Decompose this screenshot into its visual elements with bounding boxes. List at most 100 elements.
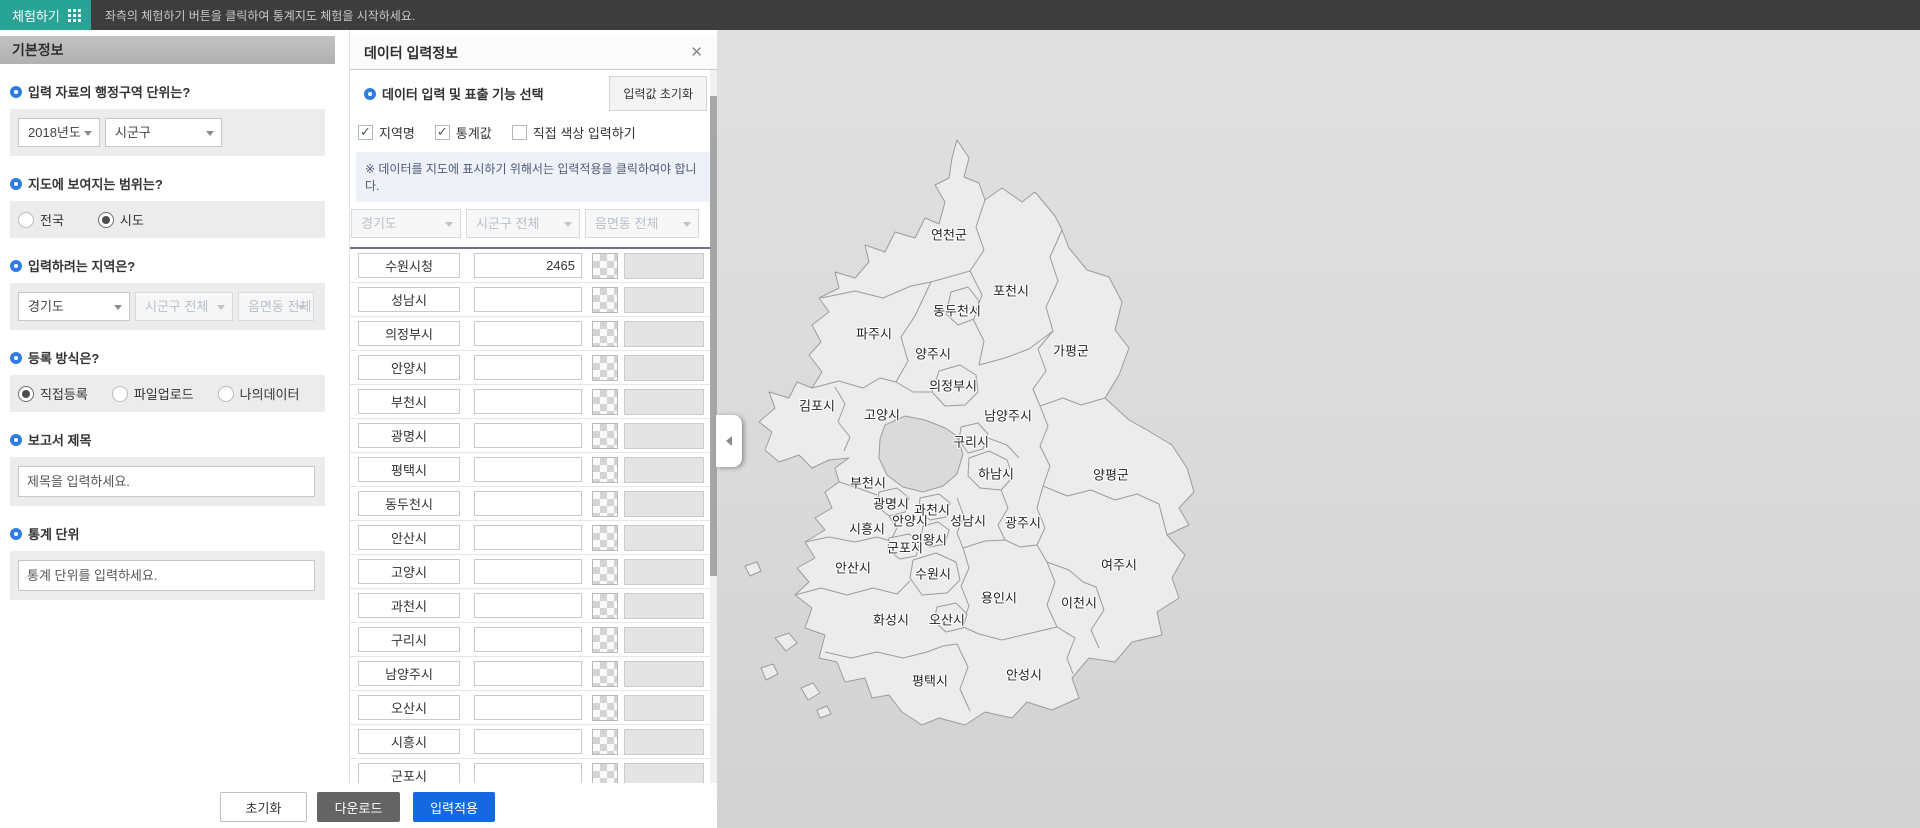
- region-value-input[interactable]: [474, 457, 582, 482]
- region-name-input[interactable]: [358, 661, 460, 686]
- region-name-input[interactable]: [358, 695, 460, 720]
- panel-collapse-handle[interactable]: [716, 415, 742, 467]
- bullet-icon: [10, 433, 22, 446]
- region-value-input[interactable]: [474, 423, 582, 448]
- stat-unit-input[interactable]: [18, 560, 315, 591]
- statistical-map[interactable]: 연천군 포천시 동두천시 파주시 양주시 가평군 의정부시 김포시 고양시 남양주시 구리시 하남시 양…: [717, 30, 1920, 828]
- region-name-input[interactable]: [358, 423, 460, 448]
- color-swatch[interactable]: [592, 660, 618, 687]
- table-row: [350, 453, 717, 487]
- reset-button[interactable]: 초기화: [220, 792, 307, 822]
- radio-option-전국[interactable]: 전국: [18, 210, 64, 229]
- stat-unit-box: [10, 551, 325, 600]
- region-name-input[interactable]: [358, 253, 460, 278]
- table-row: [350, 623, 717, 657]
- region-value-input[interactable]: [474, 355, 582, 380]
- checkbox-option-지역명[interactable]: 지역명: [358, 123, 415, 142]
- color-input-disabled: [624, 320, 704, 347]
- try-button-label: 체험하기: [12, 8, 60, 24]
- region-value-input[interactable]: [474, 389, 582, 414]
- close-icon[interactable]: ✕: [690, 45, 703, 60]
- radio-icon: [97, 211, 114, 228]
- region-name-input[interactable]: [358, 559, 460, 584]
- region-name-input[interactable]: [358, 321, 460, 346]
- region-value-input[interactable]: [474, 593, 582, 618]
- region-name-input[interactable]: [358, 729, 460, 754]
- chevron-down-icon: [298, 305, 306, 310]
- checkbox-option-통계값[interactable]: 통계값: [434, 123, 492, 142]
- color-swatch[interactable]: [592, 320, 618, 347]
- color-swatch[interactable]: [592, 354, 618, 381]
- region-value-input[interactable]: [474, 559, 582, 584]
- region-value-input[interactable]: [474, 627, 582, 652]
- region-name-input[interactable]: [358, 593, 460, 618]
- radio-option-시도[interactable]: 시도: [97, 210, 144, 229]
- radio-option-파일업로드[interactable]: 파일업로드: [111, 384, 194, 403]
- chevron-down-icon: [564, 222, 572, 227]
- radio-icon: [18, 211, 34, 228]
- color-swatch[interactable]: [592, 252, 618, 279]
- table-row: [350, 555, 717, 589]
- data-entry-header: 데이터 입력정보 ✕: [350, 36, 717, 70]
- stat-unit-label: 통계 단위: [10, 524, 325, 543]
- region-value-input[interactable]: [474, 525, 582, 550]
- color-input-disabled: [624, 388, 704, 415]
- region-value-input[interactable]: [474, 287, 582, 312]
- reset-values-button[interactable]: 입력값 초기화: [609, 76, 707, 111]
- chevron-down-icon: [217, 305, 225, 310]
- color-swatch[interactable]: [592, 524, 618, 551]
- region-value-input[interactable]: [474, 729, 582, 754]
- color-swatch[interactable]: [592, 558, 618, 585]
- checkbox-option-직접 색상 입력하기[interactable]: 직접 색상 입력하기: [511, 123, 636, 142]
- color-swatch[interactable]: [592, 592, 618, 619]
- report-title-box: [10, 457, 325, 506]
- region-name-input[interactable]: [358, 525, 460, 550]
- select-음면동 전체: 음면동 전체: [585, 209, 699, 238]
- radio-label: 시도: [119, 213, 144, 228]
- download-button[interactable]: 다운로드: [317, 792, 400, 822]
- color-swatch[interactable]: [592, 694, 618, 721]
- region-name-input[interactable]: [358, 627, 460, 652]
- region-selects: 경기도 시군구 전체 음면동 전체: [10, 283, 325, 330]
- report-title-input[interactable]: [18, 466, 315, 497]
- try-button[interactable]: 체험하기: [0, 0, 91, 30]
- region-value-input[interactable]: [474, 661, 582, 686]
- select-음면동 전체: 음면동 전체: [238, 292, 314, 321]
- region-value-input[interactable]: [474, 253, 582, 278]
- radio-option-직접등록[interactable]: 직접등록: [18, 384, 88, 403]
- color-input-disabled: [624, 456, 704, 483]
- color-swatch[interactable]: [592, 456, 618, 483]
- color-swatch[interactable]: [592, 626, 618, 653]
- select-2018년도[interactable]: 2018년도: [18, 118, 100, 147]
- color-swatch[interactable]: [592, 490, 618, 517]
- island-shape: [760, 663, 779, 681]
- checkbox-icon: [511, 125, 527, 140]
- panel-scrollbar-thumb[interactable]: [710, 96, 717, 576]
- data-entry-panel: 데이터 입력정보 ✕ 데이터 입력 및 표출 기능 선택 입력값 초기화 지역명…: [349, 30, 717, 808]
- method-question: 등록 방식은?: [10, 348, 325, 367]
- basic-info-panel: 기본정보 입력 자료의 행정구역 단위는? 2018년도 시군구 지도에 보여지는…: [0, 30, 335, 783]
- apply-button[interactable]: 입력적용: [413, 792, 495, 822]
- region-value-input[interactable]: [474, 695, 582, 720]
- bullet-icon: [10, 527, 22, 540]
- select-경기도[interactable]: 경기도: [18, 292, 130, 321]
- color-swatch[interactable]: [592, 286, 618, 313]
- color-input-disabled: [624, 490, 704, 517]
- color-input-disabled: [624, 660, 704, 687]
- admin-unit-selects: 2018년도 시군구: [10, 109, 325, 156]
- region-name-input[interactable]: [358, 389, 460, 414]
- region-name-input[interactable]: [358, 355, 460, 380]
- region-name-input[interactable]: [358, 287, 460, 312]
- radio-icon: [18, 385, 34, 402]
- table-row: [350, 283, 717, 317]
- color-swatch[interactable]: [592, 728, 618, 755]
- region-value-input[interactable]: [474, 321, 582, 346]
- region-name-input[interactable]: [358, 457, 460, 482]
- select-시군구[interactable]: 시군구: [105, 118, 222, 147]
- color-swatch[interactable]: [592, 422, 618, 449]
- radio-option-나의데이터[interactable]: 나의데이터: [217, 384, 299, 403]
- region-name-input[interactable]: [358, 491, 460, 516]
- color-input-disabled: [624, 728, 704, 755]
- region-value-input[interactable]: [474, 491, 582, 516]
- color-swatch[interactable]: [592, 388, 618, 415]
